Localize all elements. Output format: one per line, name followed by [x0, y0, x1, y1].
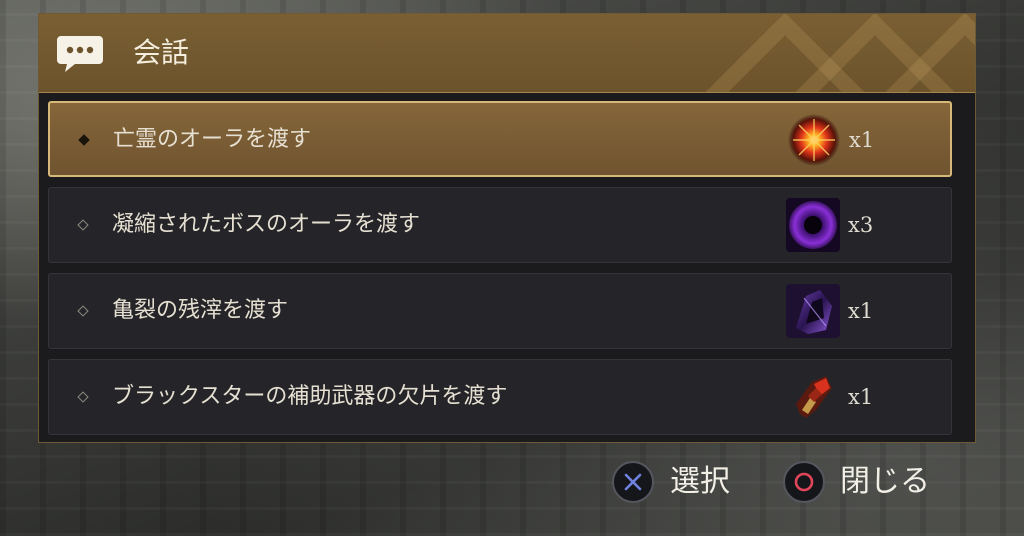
item-count: x1 — [848, 385, 874, 409]
cross-button-icon — [612, 461, 654, 503]
selected-diamond-icon — [78, 134, 90, 146]
option-diamond-icon — [77, 305, 89, 317]
select-label: 選択 — [670, 464, 730, 499]
item-count: x1 — [849, 128, 875, 152]
option-give-blackstar-sub-weapon-shard[interactable]: ブラックスターの補助武器の欠片を渡す x1 — [48, 359, 952, 435]
option-label: 亡霊のオーラを渡す — [113, 127, 312, 152]
item-count: x1 — [848, 299, 874, 323]
dialog-header: 会話 — [39, 14, 975, 93]
close-label: 閉じる — [840, 464, 930, 499]
option-diamond-icon — [77, 219, 89, 231]
option-give-ghost-aura[interactable]: 亡霊のオーラを渡す x1 — [48, 101, 952, 177]
blackstar-sub-weapon-shard-icon — [796, 376, 832, 418]
option-label: 凝縮されたボスのオーラを渡す — [112, 212, 421, 237]
ghost-aura-icon — [788, 114, 840, 166]
dialog-title: 会話 — [133, 36, 190, 69]
rift-remnant-icon — [786, 284, 840, 338]
conversation-dialog: 会話 亡霊のオーラを渡す x1 凝縮されたボスのオーラを渡す x3 亀裂の残滓を… — [38, 13, 976, 443]
condensed-boss-aura-icon — [786, 198, 840, 252]
option-give-condensed-boss-aura[interactable]: 凝縮されたボスのオーラを渡す x3 — [48, 187, 952, 263]
option-give-rift-remnant[interactable]: 亀裂の残滓を渡す x1 — [48, 273, 952, 349]
option-label: 亀裂の残滓を渡す — [112, 298, 289, 323]
speech-bubble-icon — [57, 36, 103, 72]
option-diamond-icon — [77, 391, 89, 403]
item-count: x3 — [848, 213, 874, 237]
option-label: ブラックスターの補助武器の欠片を渡す — [112, 384, 508, 409]
circle-button-icon — [783, 461, 825, 503]
header-decoration — [705, 14, 975, 92]
